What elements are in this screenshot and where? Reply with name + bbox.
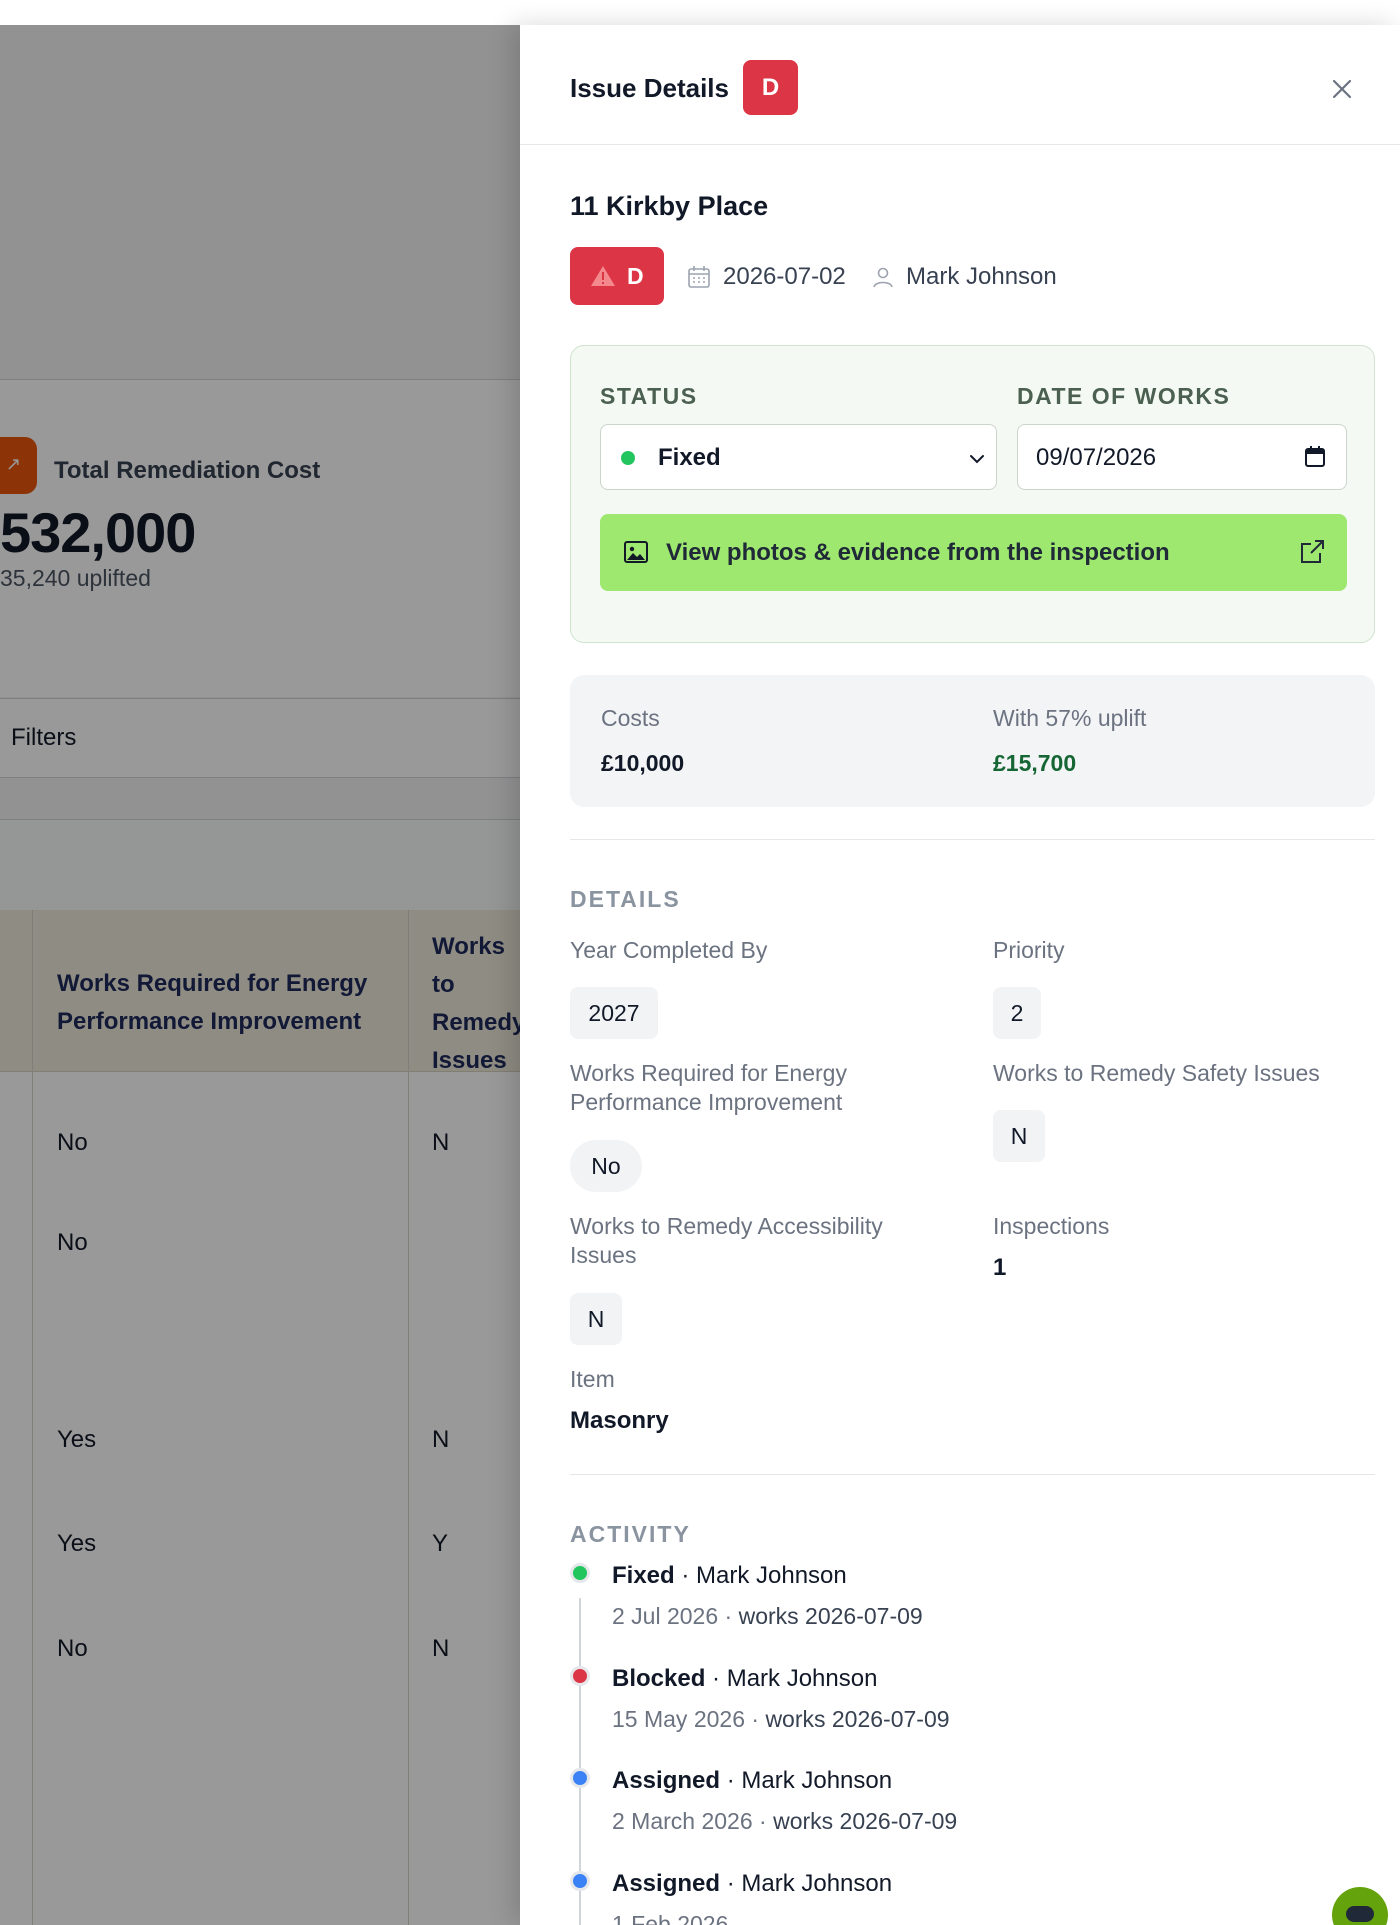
inspections-label: Inspections bbox=[993, 1213, 1110, 1239]
costs-label: Costs bbox=[601, 705, 660, 731]
status-panel: STATUS DATE OF WORKS Fixed 09/07/2026 Vi… bbox=[570, 345, 1375, 643]
timeline-dot bbox=[570, 1768, 590, 1788]
date-of-works-value: 09/07/2026 bbox=[1036, 444, 1157, 471]
view-photos-button[interactable]: View photos & evidence from the inspecti… bbox=[600, 514, 1347, 591]
details-heading: DETAILS bbox=[570, 886, 681, 912]
year-completed-value: 2027 bbox=[570, 987, 658, 1039]
activity-works: works 2026-07-09 bbox=[765, 1706, 950, 1732]
chat-icon bbox=[1346, 1906, 1374, 1922]
timeline-dot bbox=[570, 1563, 590, 1583]
drawer-title: Issue Details bbox=[570, 73, 729, 103]
activity-meta: 15 May 2026 · works 2026-07-09 bbox=[612, 1706, 950, 1732]
status-select[interactable]: Fixed bbox=[600, 424, 997, 490]
activity-date: 2 Jul 2026 bbox=[612, 1603, 719, 1629]
activity-user: Mark Johnson bbox=[741, 1767, 893, 1794]
status-dot bbox=[621, 451, 635, 465]
grade-tag: D bbox=[570, 247, 664, 305]
activity-title: Blocked · Mark Johnson bbox=[612, 1665, 878, 1692]
timeline-dot bbox=[570, 1666, 590, 1686]
activity-title: Fixed · Mark Johnson bbox=[612, 1562, 847, 1589]
chat-widget-button[interactable] bbox=[1332, 1887, 1388, 1925]
activity-date: 15 May 2026 bbox=[612, 1706, 745, 1732]
activity-meta: 2 Jul 2026 · works 2026-07-09 bbox=[612, 1603, 923, 1629]
date-of-works-label: DATE OF WORKS bbox=[1017, 383, 1231, 409]
divider bbox=[570, 839, 1375, 840]
activity-status: Assigned bbox=[612, 1767, 721, 1794]
user-icon bbox=[873, 267, 893, 288]
activity-meta: 1 Feb 2026 bbox=[612, 1911, 728, 1925]
activity-title: Assigned · Mark Johnson bbox=[612, 1870, 893, 1897]
safety-works-value: N bbox=[993, 1110, 1045, 1162]
activity-date: 1 Feb 2026 bbox=[612, 1911, 729, 1925]
accessibility-works-value: N bbox=[570, 1293, 622, 1345]
activity-status: Fixed bbox=[612, 1562, 675, 1589]
activity-works: works 2026-07-09 bbox=[773, 1808, 958, 1834]
activity-works: works 2026-07-09 bbox=[738, 1603, 923, 1629]
item-value: Masonry bbox=[570, 1407, 669, 1434]
activity-heading: ACTIVITY bbox=[570, 1521, 691, 1547]
timeline-dot bbox=[570, 1871, 590, 1891]
activity-user: Mark Johnson bbox=[726, 1665, 878, 1692]
view-photos-label: View photos & evidence from the inspecti… bbox=[666, 539, 1170, 566]
activity-date: 2 March 2026 bbox=[612, 1808, 753, 1834]
divider bbox=[570, 1474, 1375, 1475]
assigned-user-name: Mark Johnson bbox=[906, 263, 1057, 290]
costs-value: £10,000 bbox=[601, 750, 685, 776]
energy-works-label: Works Required for Energy Performance Im… bbox=[570, 1060, 847, 1115]
inspections-value: 1 bbox=[993, 1254, 1007, 1281]
activity-user: Mark Johnson bbox=[741, 1870, 893, 1897]
grade-badge: D bbox=[743, 60, 798, 115]
grade-tag-label: D bbox=[627, 263, 644, 289]
warning-icon bbox=[591, 266, 615, 286]
issue-date-value: 2026-07-02 bbox=[723, 263, 846, 290]
modal-backdrop[interactable] bbox=[0, 25, 520, 1925]
activity-meta: 2 March 2026 · works 2026-07-09 bbox=[612, 1808, 958, 1834]
activity-user: Mark Johnson bbox=[696, 1562, 847, 1589]
year-completed-label: Year Completed By bbox=[570, 937, 768, 963]
costs-panel: Costs £10,000 With 57% uplift £15,700 bbox=[570, 675, 1375, 807]
uplift-value: £15,700 bbox=[993, 750, 1077, 776]
activity-status: Assigned bbox=[612, 1870, 721, 1897]
drawer-header: Issue Details D bbox=[520, 25, 1400, 145]
close-icon[interactable] bbox=[1326, 73, 1358, 105]
priority-label: Priority bbox=[993, 937, 1065, 963]
status-select-value: Fixed bbox=[658, 444, 721, 471]
external-link-icon bbox=[1301, 540, 1324, 563]
uplift-label: With 57% uplift bbox=[993, 705, 1147, 731]
issue-details-drawer: Issue Details D 11 Kirkby Place D 2026-0… bbox=[520, 25, 1400, 1925]
calendar-icon bbox=[688, 266, 710, 288]
image-icon bbox=[624, 541, 648, 563]
energy-works-value: No bbox=[570, 1140, 642, 1192]
date-of-works-input[interactable]: 09/07/2026 bbox=[1017, 424, 1347, 490]
status-label: STATUS bbox=[600, 383, 698, 409]
accessibility-works-label: Works to Remedy Accessibility Issues bbox=[570, 1213, 883, 1268]
activity-title: Assigned · Mark Johnson bbox=[612, 1767, 893, 1794]
priority-value: 2 bbox=[993, 987, 1041, 1039]
safety-works-label: Works to Remedy Safety Issues bbox=[993, 1060, 1320, 1086]
item-label: Item bbox=[570, 1366, 615, 1392]
chevron-down-icon bbox=[970, 455, 984, 464]
calendar-icon[interactable] bbox=[1303, 445, 1327, 469]
property-address: 11 Kirkby Place bbox=[570, 191, 769, 221]
activity-status: Blocked bbox=[612, 1665, 706, 1692]
